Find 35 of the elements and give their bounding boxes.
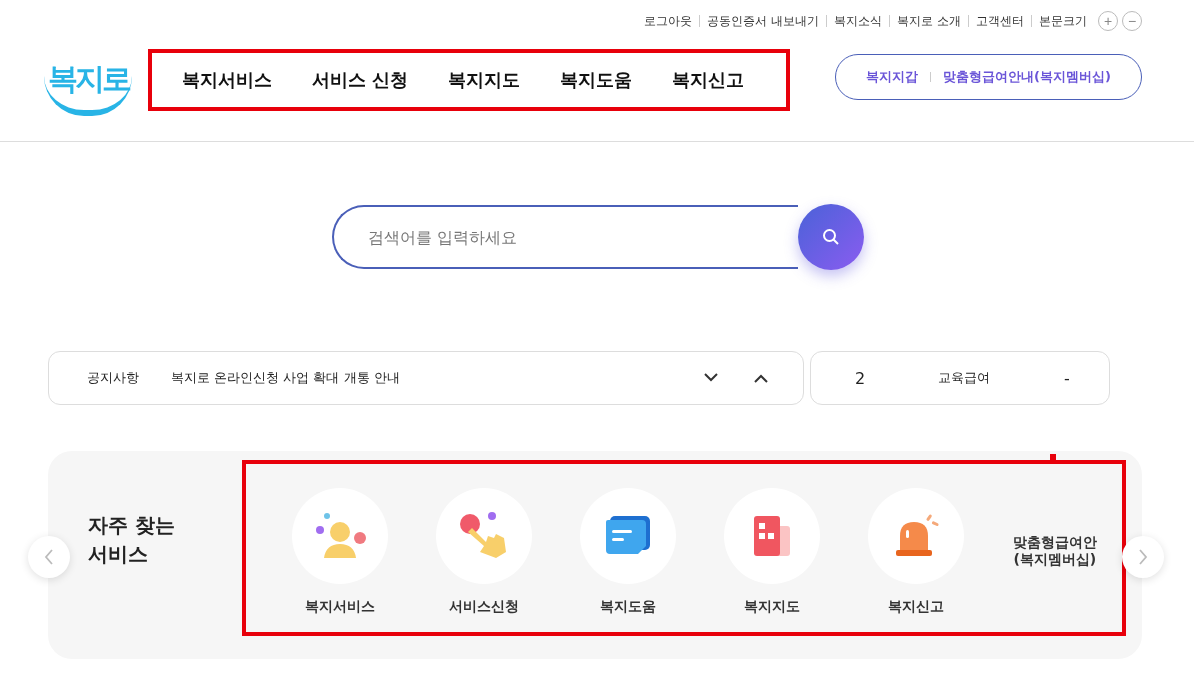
nav-item[interactable]: 복지신고	[658, 67, 759, 92]
search-icon	[822, 228, 840, 246]
section-title: 자주 찾는 서비스	[88, 512, 176, 568]
notice-category: 공지사항	[86, 369, 140, 387]
chevron-up-icon[interactable]	[753, 373, 769, 383]
service-label[interactable]: 복지서비스	[304, 598, 375, 616]
nav-item[interactable]: 복지지도	[434, 67, 535, 92]
rank-number: 2	[853, 368, 867, 388]
utility-link[interactable]: 복지로 소개	[889, 15, 968, 27]
nav-item[interactable]: 서비스 신청	[298, 67, 423, 92]
utility-link[interactable]: 복지소식	[826, 15, 890, 27]
service-label[interactable]: 서비스신청	[448, 598, 519, 616]
quick-link[interactable]: 복지지갑	[854, 67, 931, 86]
quick-link[interactable]: 맞춤형급여안내(복지멤버십)	[931, 67, 1123, 86]
service-link[interactable]: 맞춤형급여안 (복지멤버십)	[987, 488, 1123, 568]
nav-item[interactable]: 복지도움	[546, 67, 647, 92]
service-label[interactable]: 복지지도	[743, 598, 800, 616]
notice-title[interactable]: 복지로 온라인신청 사업 확대 개통 안내	[171, 369, 703, 387]
utility-link[interactable]: 공동인증서 내보내기	[699, 15, 827, 27]
utility-link[interactable]: 고객센터	[968, 15, 1031, 27]
search-field[interactable]: 검색어를 입력하세요	[332, 205, 798, 269]
utility-link[interactable]: 로그아웃	[637, 15, 700, 27]
rank-change: -	[1063, 368, 1071, 388]
utility-link[interactable]: 본문크기	[1031, 15, 1094, 27]
chevron-down-icon[interactable]	[703, 373, 719, 383]
service-label[interactable]: 복지도움	[599, 598, 656, 616]
font-size-button[interactable]: +	[1098, 11, 1118, 31]
chevron-right-icon	[1138, 549, 1148, 565]
next-button[interactable]	[1122, 536, 1164, 578]
nav-item[interactable]: 복지서비스	[168, 67, 286, 92]
chevron-left-icon	[44, 549, 54, 565]
search-button[interactable]	[798, 204, 864, 270]
font-size-button[interactable]: −	[1122, 11, 1142, 31]
ranking-keyword[interactable]: 교육급여	[903, 369, 1025, 387]
service-label[interactable]: 복지신고	[887, 598, 944, 616]
